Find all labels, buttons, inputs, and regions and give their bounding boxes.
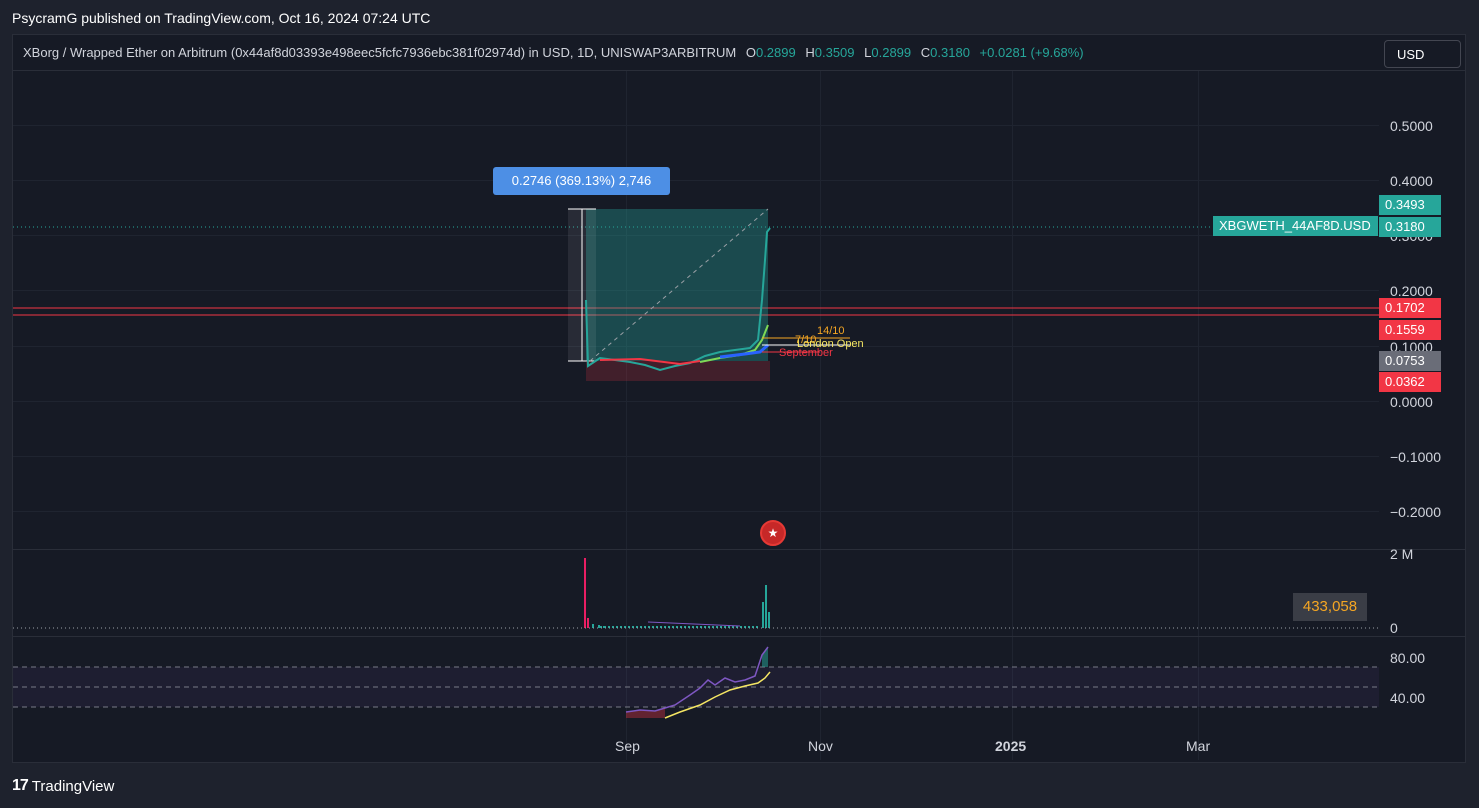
rsi-axis-label: 40.00 bbox=[1390, 690, 1426, 706]
last-price-tag: 0.3180 bbox=[1379, 217, 1441, 237]
pane-separator[interactable] bbox=[13, 549, 1465, 550]
grid-line bbox=[820, 70, 821, 760]
tradingview-logo[interactable]: 17 TradingView bbox=[12, 777, 114, 795]
grid-line bbox=[1198, 70, 1199, 760]
brand-name: TradingView bbox=[31, 777, 115, 795]
close-value: 0.3180 bbox=[930, 45, 970, 60]
rsi-axis-label: 80.00 bbox=[1390, 650, 1426, 666]
us-flag-icon[interactable]: ★ bbox=[760, 520, 786, 546]
grid-line bbox=[13, 511, 1379, 512]
low-price-tag: 0.0362 bbox=[1379, 372, 1441, 392]
high-label: H bbox=[805, 45, 815, 60]
measure-label[interactable]: 0.2746 (369.13%) 2,746 bbox=[493, 167, 670, 195]
open-label: O bbox=[745, 45, 756, 60]
annotation-date: 14/10 bbox=[817, 325, 845, 337]
header-separator bbox=[13, 70, 1465, 71]
price-axis-label: −0.1000 bbox=[1390, 449, 1441, 465]
high-value: 0.3509 bbox=[814, 45, 855, 60]
price-axis-label: 0.0000 bbox=[1390, 394, 1433, 410]
price-axis-label: 0.2000 bbox=[1390, 283, 1433, 299]
price-axis-label: −0.2000 bbox=[1390, 504, 1441, 520]
price-axis-label: 0.4000 bbox=[1390, 173, 1433, 189]
gray-price-tag: 0.0753 bbox=[1379, 351, 1441, 371]
volume-value-badge: 433,058 bbox=[1293, 593, 1367, 621]
publisher-line: PsycramG published on TradingView.com, O… bbox=[12, 10, 431, 26]
september-label: September bbox=[779, 347, 833, 359]
symbol-title: XBorg / Wrapped Ether on Arbitrum (0x44a… bbox=[23, 45, 737, 60]
pane-separator[interactable] bbox=[13, 636, 1465, 637]
grid-line bbox=[13, 456, 1379, 457]
high-price-tag: 0.3493 bbox=[1379, 195, 1441, 215]
open-value: 0.2899 bbox=[755, 45, 796, 60]
low-value: 0.2899 bbox=[871, 45, 912, 60]
level-price-tag: 0.1702 bbox=[1379, 298, 1441, 318]
volume-axis-label: 0 bbox=[1390, 620, 1398, 636]
level-price-tag: 0.1559 bbox=[1379, 320, 1441, 340]
symbol-header: XBorg / Wrapped Ether on Arbitrum (0x44a… bbox=[23, 45, 1084, 60]
time-axis-label: 2025 bbox=[995, 738, 1027, 754]
chart-frame[interactable] bbox=[12, 34, 1466, 763]
time-axis-label: Sep bbox=[615, 738, 640, 754]
symbol-name-tag: XBGWETH_44AF8D.USD bbox=[1213, 216, 1378, 236]
grid-line bbox=[13, 346, 1379, 347]
grid-line bbox=[13, 125, 1379, 126]
currency-button[interactable]: USD bbox=[1384, 40, 1461, 68]
tradingview-logo-icon: 17 bbox=[12, 777, 29, 794]
price-axis-label: 0.5000 bbox=[1390, 118, 1433, 134]
grid-line bbox=[13, 290, 1379, 291]
time-axis-label: Nov bbox=[808, 738, 833, 754]
grid-line bbox=[13, 180, 1379, 181]
grid-line bbox=[13, 235, 1379, 236]
close-label: C bbox=[920, 45, 931, 60]
volume-axis-label: 2 M bbox=[1390, 546, 1414, 562]
time-axis-label: Mar bbox=[1186, 738, 1211, 754]
grid-line bbox=[1012, 70, 1013, 760]
change-value: +0.0281 (+9.68%) bbox=[979, 45, 1084, 60]
grid-line bbox=[13, 401, 1379, 402]
